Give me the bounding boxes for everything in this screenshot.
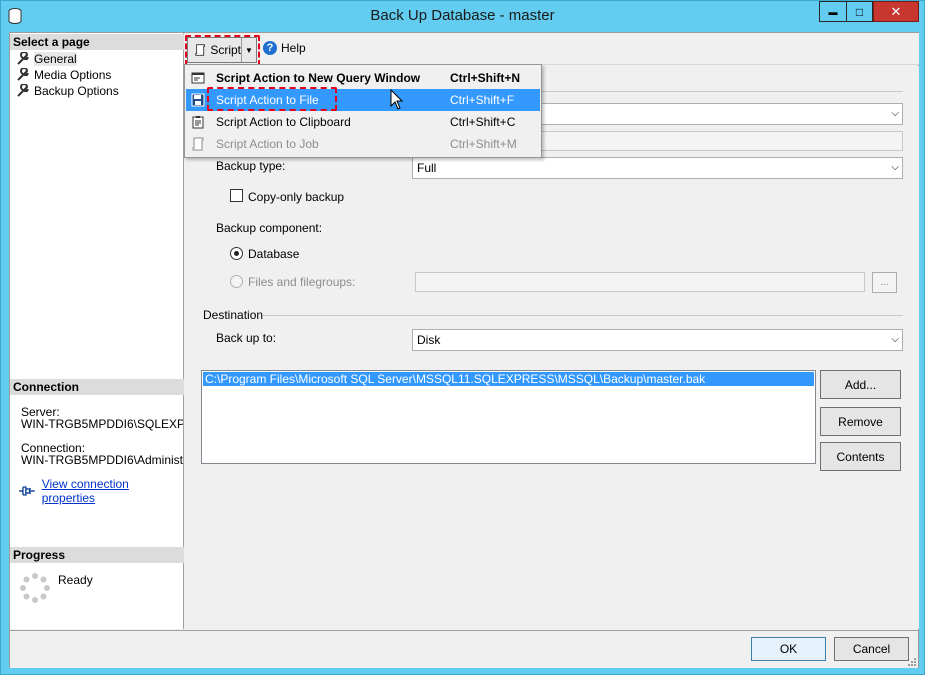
destination-path-item[interactable]: C:\Program Files\Microsoft SQL Server\MS… bbox=[203, 372, 814, 386]
help-label: Help bbox=[281, 41, 306, 55]
minimize-button[interactable]: ▬ bbox=[819, 1, 846, 22]
page-label-backup-options: Backup Options bbox=[34, 84, 119, 98]
filegroups-field bbox=[415, 272, 865, 292]
copy-only-label[interactable]: Copy-only backup bbox=[248, 190, 344, 204]
progress-spinner-icon bbox=[20, 573, 50, 603]
close-icon: ✕ bbox=[890, 3, 902, 19]
add-button[interactable]: Add... bbox=[820, 370, 901, 399]
close-button[interactable]: ✕ bbox=[873, 1, 919, 22]
script-button[interactable]: Script ▼ bbox=[187, 37, 257, 63]
destination-label: Destination bbox=[203, 308, 264, 322]
files-filegroups-label: Files and filegroups: bbox=[248, 275, 356, 289]
menu-item-script-to-file[interactable]: Script Action to File Ctrl+Shift+F bbox=[186, 89, 540, 111]
menu-item-script-to-clipboard[interactable]: Script Action to Clipboard Ctrl+Shift+C bbox=[186, 111, 540, 133]
resize-grip-icon[interactable] bbox=[906, 656, 916, 666]
script-icon bbox=[195, 44, 205, 56]
backup-type-combo[interactable]: Full ⌵ bbox=[412, 157, 903, 179]
database-radio[interactable] bbox=[230, 247, 243, 260]
page-label-general: General bbox=[34, 52, 77, 66]
backup-type-label: Backup type: bbox=[216, 159, 286, 173]
menu-shortcut-script-to-file: Ctrl+Shift+F bbox=[450, 93, 515, 107]
script-dropdown-menu: Script Action to New Query Window Ctrl+S… bbox=[184, 64, 542, 158]
menu-label-script-to-job: Script Action to Job bbox=[216, 137, 319, 151]
destination-separator bbox=[263, 315, 903, 316]
browse-filegroups-button[interactable]: ... bbox=[872, 272, 897, 293]
page-label-media-options: Media Options bbox=[34, 68, 112, 82]
ok-button[interactable]: OK bbox=[751, 637, 826, 661]
clipboard-icon bbox=[190, 114, 206, 130]
menu-shortcut-script-to-clipboard: Ctrl+Shift+C bbox=[450, 115, 516, 129]
contents-button[interactable]: Contents bbox=[820, 442, 901, 471]
wrench-icon bbox=[17, 68, 29, 81]
mouse-pointer-icon bbox=[390, 89, 404, 110]
toolbar: Script ▼ ? Help bbox=[185, 33, 919, 66]
maximize-button[interactable]: □ bbox=[846, 1, 873, 22]
help-button[interactable]: ? Help bbox=[263, 41, 306, 55]
view-connection-properties-link[interactable]: View connection properties bbox=[42, 477, 183, 505]
wrench-icon bbox=[17, 52, 29, 65]
remove-button[interactable]: Remove bbox=[820, 407, 901, 436]
page-item-backup-options[interactable]: Backup Options bbox=[16, 83, 119, 99]
chevron-down-icon: ⌵ bbox=[891, 162, 899, 173]
progress-status: Ready bbox=[58, 573, 93, 587]
menu-label-new-query-window: Script Action to New Query Window bbox=[216, 71, 421, 85]
chevron-down-icon: ⌵ bbox=[891, 108, 899, 119]
copy-only-checkbox[interactable] bbox=[230, 189, 243, 202]
script-label: Script bbox=[210, 43, 241, 57]
backup-type-value: Full bbox=[417, 161, 437, 175]
menu-label-script-to-file: Script Action to File bbox=[216, 93, 319, 107]
script-dropdown-arrow[interactable]: ▼ bbox=[242, 38, 256, 62]
connection-value: WIN-TRGB5MPDDI6\Administrator bbox=[21, 453, 183, 467]
minimize-icon: ▬ bbox=[828, 6, 838, 17]
chevron-down-icon: ⌵ bbox=[891, 334, 899, 345]
backup-component-label: Backup component: bbox=[216, 221, 323, 235]
menu-label-script-to-clipboard: Script Action to Clipboard bbox=[216, 115, 351, 129]
back-up-to-combo[interactable]: Disk ⌵ bbox=[412, 329, 903, 351]
server-value: WIN-TRGB5MPDDI6\SQLEXPRESS bbox=[21, 417, 183, 431]
job-icon bbox=[190, 136, 206, 152]
database-radio-label[interactable]: Database bbox=[248, 247, 299, 261]
connection-plug-icon bbox=[18, 486, 35, 496]
script-main[interactable]: Script bbox=[188, 38, 242, 62]
destination-list[interactable]: C:\Program Files\Microsoft SQL Server\MS… bbox=[201, 370, 816, 464]
backup-database-window: Back Up Database - master ▬ □ ✕ Select a… bbox=[0, 0, 925, 675]
cancel-button[interactable]: Cancel bbox=[834, 637, 909, 661]
query-window-icon bbox=[190, 70, 206, 86]
menu-shortcut-script-to-job: Ctrl+Shift+M bbox=[450, 137, 517, 151]
dialog-footer: OK Cancel bbox=[10, 630, 918, 668]
connection-header: Connection bbox=[10, 379, 184, 395]
wrench-icon bbox=[17, 84, 29, 97]
chevron-down-icon: ▼ bbox=[245, 45, 253, 55]
page-item-media-options[interactable]: Media Options bbox=[16, 67, 111, 83]
page-item-general[interactable]: General bbox=[16, 51, 77, 67]
window-title: Back Up Database - master bbox=[370, 7, 555, 24]
select-page-header: Select a page bbox=[10, 34, 184, 50]
files-filegroups-radio[interactable] bbox=[230, 275, 243, 288]
menu-item-script-to-job[interactable]: Script Action to Job Ctrl+Shift+M bbox=[186, 133, 540, 155]
progress-header: Progress bbox=[10, 547, 184, 563]
menu-item-new-query-window[interactable]: Script Action to New Query Window Ctrl+S… bbox=[186, 67, 540, 89]
back-up-to-value: Disk bbox=[417, 333, 441, 347]
left-pane: Select a page General Media Options Back… bbox=[10, 33, 184, 629]
save-file-icon bbox=[190, 92, 206, 108]
menu-shortcut-new-query-window: Ctrl+Shift+N bbox=[450, 71, 521, 85]
title-bar[interactable]: Back Up Database - master ▬ □ ✕ bbox=[1, 1, 924, 32]
maximize-icon: □ bbox=[855, 4, 864, 19]
back-up-to-label: Back up to: bbox=[216, 331, 277, 345]
help-icon: ? bbox=[263, 41, 277, 55]
view-connection-properties[interactable]: View connection properties bbox=[18, 477, 183, 505]
